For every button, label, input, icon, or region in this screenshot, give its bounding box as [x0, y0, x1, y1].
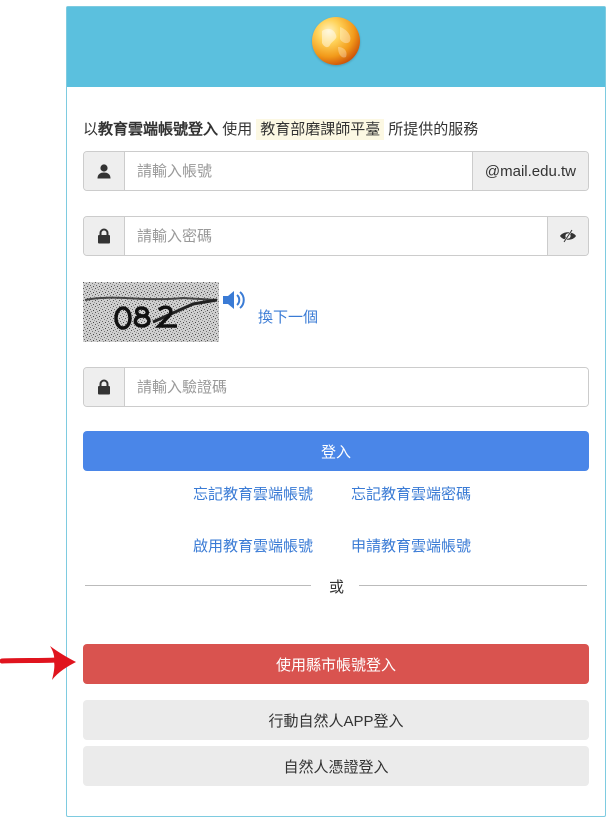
account-input-group: @mail.edu.tw [83, 151, 589, 191]
account-input[interactable] [125, 152, 472, 190]
user-icon [84, 152, 125, 190]
apply-account-link[interactable]: 申請教育雲端帳號 [351, 535, 471, 556]
globe-logo-icon [312, 17, 360, 65]
refresh-captcha-link[interactable]: 換下一個 [258, 306, 318, 327]
forgot-password-link[interactable]: 忘記教育雲端密碼 [351, 483, 471, 504]
red-arrow-annotation-icon [0, 642, 80, 689]
card-header [67, 7, 605, 87]
lock-icon [84, 217, 125, 255]
activate-account-link[interactable]: 啟用教育雲端帳號 [193, 535, 313, 556]
password-input[interactable] [125, 217, 547, 255]
county-account-login-button[interactable]: 使用縣市帳號登入 [83, 644, 589, 684]
audio-captcha-speaker-icon[interactable] [221, 289, 247, 316]
forgot-account-link[interactable]: 忘記教育雲端帳號 [193, 483, 313, 504]
captcha-input-group [83, 367, 589, 407]
captcha-image [83, 282, 219, 342]
login-card: 以教育雲端帳號登入 使用教育部磨課師平臺所提供的服務 @mail.edu.tw [66, 6, 606, 817]
or-divider-text: 或 [329, 579, 345, 596]
account-domain: @mail.edu.tw [471, 152, 588, 190]
divider-left [85, 585, 311, 586]
mobile-citizen-app-login-button[interactable]: 行動自然人APP登入 [83, 700, 589, 740]
divider-right [359, 585, 587, 586]
login-button[interactable]: 登入 [83, 431, 589, 471]
password-input-group [83, 216, 589, 256]
toggle-password-visibility-icon[interactable] [547, 217, 588, 255]
captcha-input[interactable] [125, 368, 588, 406]
citizen-certificate-login-button[interactable]: 自然人憑證登入 [83, 746, 589, 786]
lock-icon [84, 368, 125, 406]
platform-name: 教育部磨課師平臺 [256, 119, 385, 140]
intro-text: 以教育雲端帳號登入 使用 教育部磨課師平臺 所提供的服務 [83, 119, 479, 140]
